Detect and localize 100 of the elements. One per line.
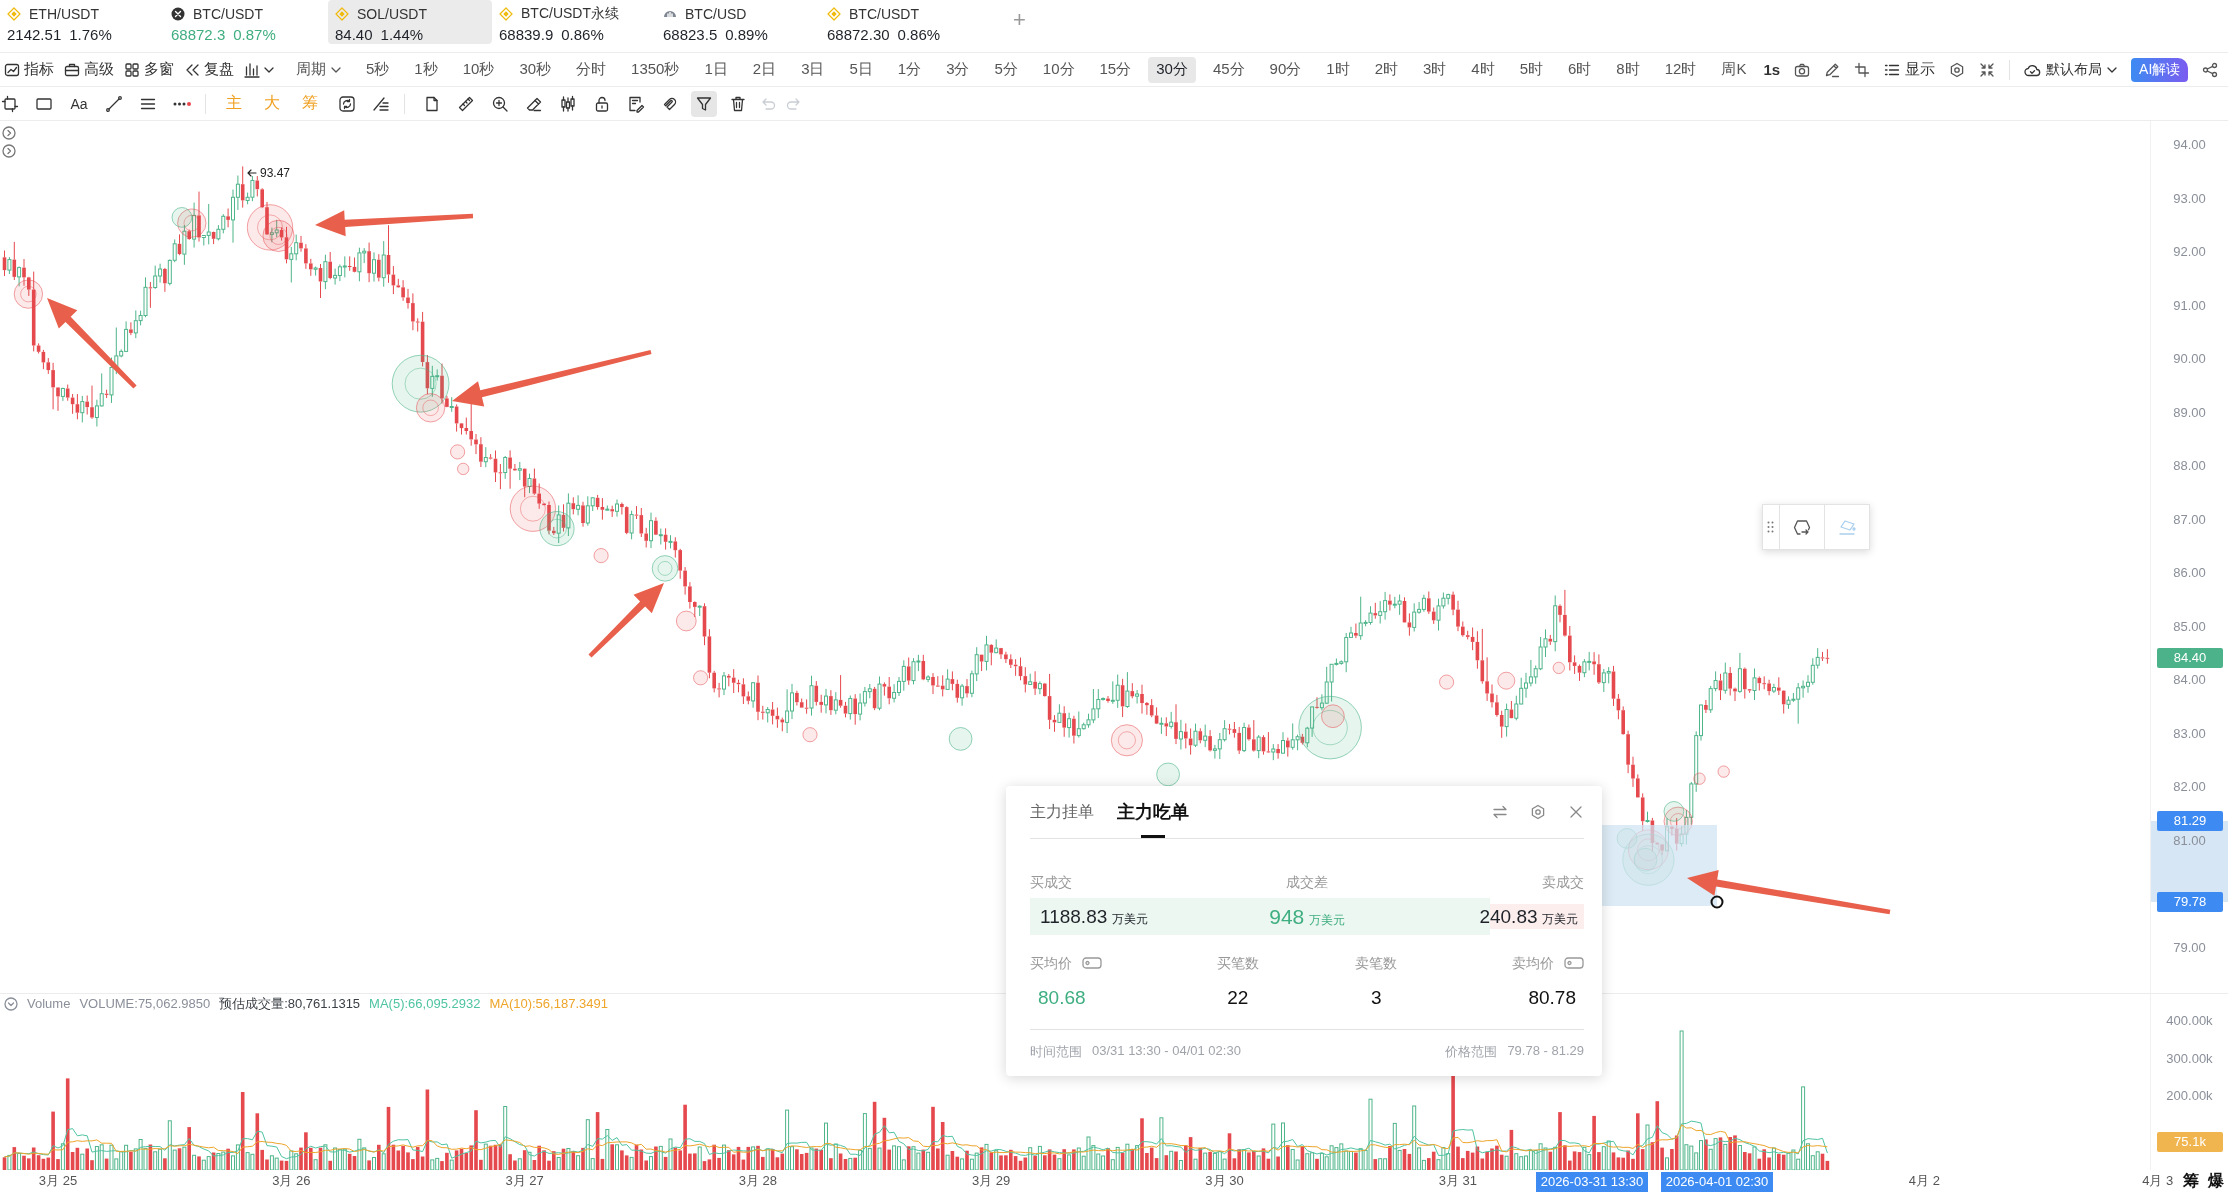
interval-tab[interactable]: 45分 [1204, 56, 1253, 83]
interval-tab[interactable]: 10秒 [454, 56, 503, 83]
ticker-tab[interactable]: ETH/USDT 2142.51 1.76% [0, 0, 164, 44]
diamond-icon [499, 6, 513, 21]
stat-value: 22 [1227, 986, 1249, 1010]
interval-tab[interactable]: 5秒 [358, 56, 398, 83]
candles-icon [559, 94, 577, 113]
resize-handle[interactable] [1710, 895, 1724, 909]
camera-icon[interactable] [1794, 61, 1811, 78]
interval-tab[interactable]: 30秒 [511, 56, 560, 83]
interval-tab[interactable]: 15分 [1091, 56, 1140, 83]
interval-tab[interactable]: 2时 [1366, 56, 1406, 83]
ticker-tab[interactable]: BTC/USDT 68872.3 0.87% [164, 0, 328, 44]
crop-icon[interactable] [1854, 61, 1871, 78]
ruler-icon [457, 94, 475, 113]
ticker-tab[interactable]: BTC/USDT永续 68839.9 0.86% [492, 0, 656, 44]
lock-icon [593, 94, 611, 113]
interval-tab[interactable]: 2日 [744, 56, 785, 83]
filter-icon [695, 94, 713, 113]
caret-down-icon [264, 66, 274, 73]
toolbar-button[interactable]: 复盘 [184, 56, 234, 83]
axis-label: 94.00 [2172, 137, 2207, 153]
axis-label: 3月 31 [1437, 1173, 1478, 1189]
diamond-icon [7, 6, 21, 21]
edit-icon [627, 94, 645, 113]
toolbar-button[interactable]: 多窗 [124, 56, 174, 83]
amount-text: 240.83 万美元 [1479, 905, 1578, 928]
ticker-tab[interactable]: BTC/USDT 68872.30 0.86% [820, 0, 984, 44]
interval-tab[interactable]: 3分 [938, 56, 978, 83]
pencil-icon[interactable] [1824, 61, 1841, 78]
share-icon[interactable] [2202, 61, 2219, 78]
interval-tab[interactable]: 1时 [1318, 56, 1358, 83]
price-label: 93.47 [260, 166, 291, 180]
layout-dropdown[interactable]: 默认布局 [2024, 60, 2118, 79]
price-tag: 79.78 [2157, 892, 2223, 912]
caret-down-icon [331, 66, 341, 73]
frame-icon[interactable] [1, 94, 19, 113]
volume-tag: 75.1k [2157, 1132, 2223, 1152]
interval-tab[interactable]: 周K [1713, 56, 1755, 83]
interval-tab[interactable]: 1350秒 [623, 56, 688, 83]
cross-circle-icon [171, 6, 185, 21]
diamond-icon [827, 6, 841, 21]
price-tag: 84.40 [2157, 648, 2223, 668]
stat-value: 3 [1370, 986, 1382, 1010]
refresh-icon[interactable] [338, 94, 356, 113]
toolbar-button[interactable]: 高级 [64, 56, 114, 83]
axis-label: 400.00k [2165, 1013, 2214, 1029]
legend-text: 预估成交量:80,761.1315 [219, 996, 361, 1012]
realtime-button[interactable]: 1s [1763, 61, 1781, 78]
reset-icon[interactable] [1793, 518, 1811, 536]
interval-tab[interactable]: 10分 [1034, 56, 1083, 83]
ai-button[interactable]: AI解读 [2131, 57, 2189, 82]
interval-tab[interactable]: 分时 [568, 56, 615, 83]
period-dropdown[interactable]: 周期 [296, 56, 341, 83]
interval-tab[interactable]: 1秒 [406, 56, 446, 83]
interval-tab[interactable]: 3日 [793, 56, 833, 83]
interval-tab[interactable]: 5分 [986, 56, 1026, 83]
axis-label: 3月 27 [504, 1173, 545, 1189]
line-icon[interactable] [105, 94, 123, 113]
interval-tab[interactable]: 5日 [841, 56, 881, 83]
interval-tab[interactable]: 90分 [1261, 56, 1310, 83]
interval-tab[interactable]: 30分 [1148, 56, 1196, 83]
interval-tab[interactable]: 3时 [1414, 56, 1455, 83]
interval-tab[interactable]: 12时 [1656, 56, 1705, 83]
chevron-circle-icon[interactable] [2, 144, 16, 158]
toolbar-button[interactable]: 指标 [4, 56, 54, 83]
axis-label: 3月 29 [971, 1173, 1012, 1189]
filter-button[interactable] [691, 90, 717, 117]
collapse-icon[interactable] [1979, 61, 1996, 78]
interval-tab[interactable]: 4时 [1463, 56, 1503, 83]
interval-tab[interactable]: 8时 [1608, 56, 1648, 83]
axis-label: 3月 28 [737, 1173, 778, 1189]
amount-text: 1188.83 万美元 [1040, 905, 1148, 928]
interval-tab[interactable]: 1日 [696, 56, 736, 83]
axis-label: 3月 26 [271, 1173, 312, 1189]
toggle-button[interactable]: 爆 [2208, 1171, 2224, 1191]
caret-down-icon [2107, 66, 2118, 73]
interval-tab[interactable]: 6时 [1560, 56, 1600, 83]
briefcase-icon [64, 61, 80, 78]
amount-text: 948 万美元 [1269, 904, 1345, 929]
axis-label: 90.00 [2172, 351, 2207, 367]
axis-label: 84.00 [2172, 672, 2207, 688]
interval-tab[interactable]: 5时 [1511, 56, 1551, 83]
axis-label: 4月 3 [2141, 1173, 2175, 1189]
legend-text: MA(10):56,187.3491 [489, 996, 608, 1012]
diamond-icon [335, 6, 349, 21]
axis-label: 3月 30 [1204, 1173, 1245, 1189]
tag-icon[interactable] [1082, 957, 1102, 969]
ticker-tab[interactable]: SOL/USDT 84.40 1.44% [328, 0, 492, 44]
tag-icon[interactable] [1564, 957, 1584, 969]
display-button[interactable]: 显示 [1884, 60, 1936, 79]
text-tool-button[interactable]: Aa [69, 95, 89, 112]
chevron-circle-icon[interactable] [2, 126, 16, 140]
ticker-tab[interactable]: BTC/USD 68823.5 0.89% [656, 0, 820, 44]
settings-icon[interactable] [1949, 61, 1966, 78]
drag-handle-icon[interactable] [1767, 521, 1774, 533]
toggle-button[interactable]: 筹 [2183, 1171, 2199, 1191]
stat-value: 80.68 [1038, 986, 1086, 1010]
chevron-circle-icon[interactable] [4, 997, 18, 1011]
interval-tab[interactable]: 1分 [889, 56, 930, 83]
